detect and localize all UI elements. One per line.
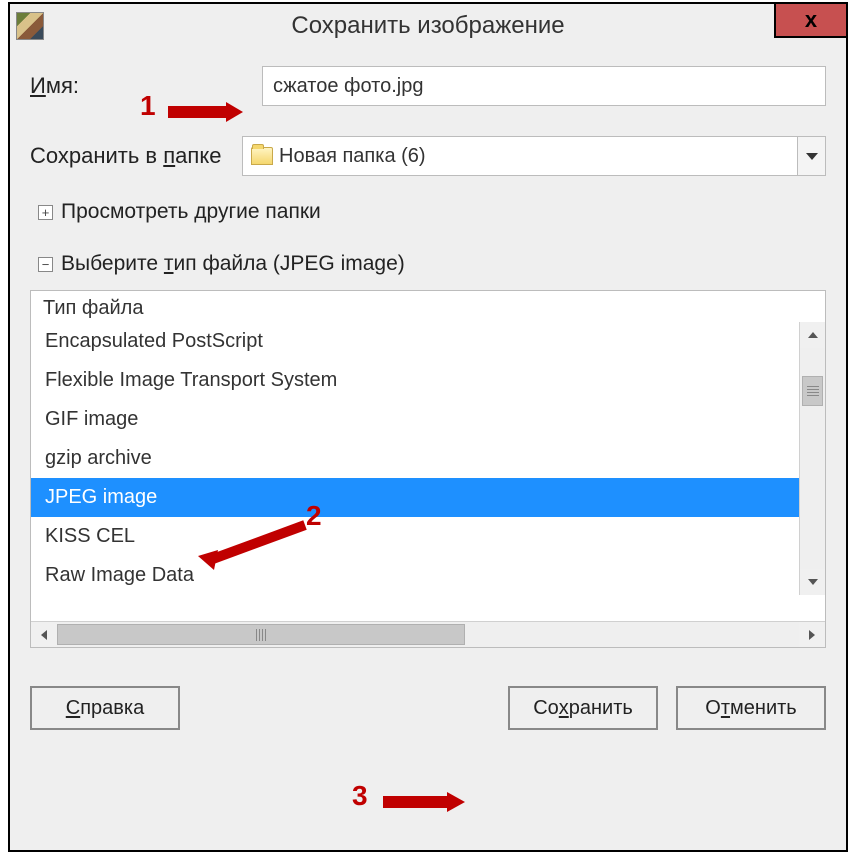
hscroll-thumb[interactable] bbox=[57, 624, 465, 645]
horizontal-scrollbar[interactable] bbox=[31, 621, 825, 647]
file-type-item[interactable]: GIF image bbox=[31, 400, 799, 439]
arrow-left-icon bbox=[41, 630, 47, 640]
close-button[interactable]: x bbox=[774, 2, 848, 38]
name-label: Имя: bbox=[30, 73, 90, 99]
scroll-down-button[interactable] bbox=[800, 569, 825, 595]
titlebar: Сохранить изображение x bbox=[10, 4, 846, 48]
folder-icon bbox=[251, 147, 273, 165]
app-icon bbox=[16, 12, 44, 40]
file-type-item[interactable]: Encapsulated PostScript bbox=[31, 322, 799, 361]
arrow-right-icon bbox=[809, 630, 815, 640]
arrow-down-icon bbox=[808, 579, 818, 585]
file-type-item[interactable]: Raw Image Data bbox=[31, 556, 799, 595]
expand-icon[interactable]: + bbox=[38, 205, 53, 220]
filename-input[interactable] bbox=[262, 66, 826, 106]
hscroll-track[interactable] bbox=[57, 622, 799, 647]
folder-label: Сохранить в папке bbox=[30, 143, 230, 169]
scroll-thumb[interactable] bbox=[802, 376, 823, 406]
file-type-item[interactable]: gzip archive bbox=[31, 439, 799, 478]
hgrip-icon bbox=[256, 629, 266, 641]
scroll-track[interactable] bbox=[800, 348, 825, 569]
file-type-item[interactable]: Flexible Image Transport System bbox=[31, 361, 799, 400]
window-title: Сохранить изображение bbox=[10, 12, 846, 40]
folder-dropdown-button[interactable] bbox=[797, 137, 825, 175]
chevron-down-icon bbox=[806, 153, 818, 160]
folder-value: Новая папка (6) bbox=[279, 145, 426, 168]
save-button[interactable]: Сохранить bbox=[508, 686, 658, 730]
save-dialog-window: Сохранить изображение x Имя: Сохранить в… bbox=[8, 2, 848, 852]
type-column-header: Тип файла bbox=[31, 291, 825, 322]
dialog-buttons: Справка Сохранить Отменить bbox=[30, 686, 826, 730]
help-button[interactable]: Справка bbox=[30, 686, 180, 730]
dialog-content: Имя: Сохранить в папке Новая папка (6) +… bbox=[10, 48, 846, 850]
arrow-up-icon bbox=[808, 332, 818, 338]
choose-type-header[interactable]: − Выберите тип файла (JPEG image) bbox=[38, 252, 826, 276]
close-icon: x bbox=[805, 7, 817, 33]
choose-type-label: Выберите тип файла (JPEG image) bbox=[61, 252, 405, 276]
file-type-item[interactable]: JPEG image bbox=[31, 478, 799, 517]
file-type-item[interactable]: KISS CEL bbox=[31, 517, 799, 556]
cancel-button[interactable]: Отменить bbox=[676, 686, 826, 730]
file-type-list: Тип файла Encapsulated PostScriptFlexibl… bbox=[30, 290, 826, 648]
scroll-up-button[interactable] bbox=[800, 322, 825, 348]
browse-folders-header[interactable]: + Просмотреть другие папки bbox=[38, 200, 826, 224]
grip-icon bbox=[807, 386, 819, 396]
type-list-body: Encapsulated PostScriptFlexible Image Tr… bbox=[31, 322, 825, 621]
folder-select[interactable]: Новая папка (6) bbox=[242, 136, 826, 176]
vertical-scrollbar[interactable] bbox=[799, 322, 825, 595]
folder-row: Сохранить в папке Новая папка (6) bbox=[30, 136, 826, 176]
browse-folders-label: Просмотреть другие папки bbox=[61, 200, 321, 224]
collapse-icon[interactable]: − bbox=[38, 257, 53, 272]
scroll-right-button[interactable] bbox=[799, 622, 825, 647]
scroll-left-button[interactable] bbox=[31, 622, 57, 647]
name-row: Имя: bbox=[30, 66, 826, 106]
